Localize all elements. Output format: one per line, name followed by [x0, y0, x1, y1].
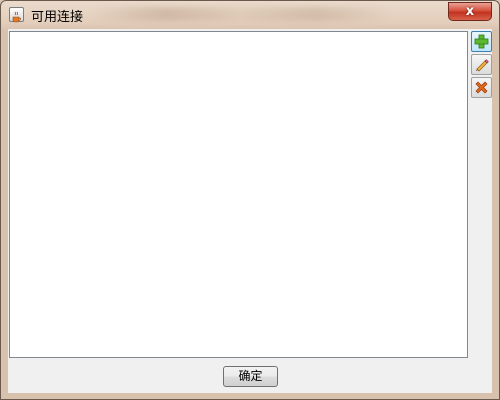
add-icon — [474, 34, 489, 49]
java-cup-icon — [9, 7, 24, 23]
delete-icon — [475, 81, 488, 94]
window-title: 可用连接 — [31, 10, 84, 25]
title-bar[interactable]: 可用连接 x — [1, 1, 499, 29]
pencil-icon — [476, 59, 489, 72]
add-connection-button[interactable] — [471, 31, 492, 52]
ok-button[interactable]: 确定 — [223, 366, 278, 387]
edit-connection-button[interactable] — [471, 54, 492, 75]
delete-connection-button[interactable] — [471, 77, 492, 98]
connection-list[interactable] — [9, 31, 468, 358]
dialog-window: 可用连接 x 确定 — [0, 0, 500, 400]
close-button[interactable]: x — [448, 2, 492, 21]
title-bar-background — [91, 7, 391, 21]
dialog-content: 确定 — [8, 29, 492, 393]
